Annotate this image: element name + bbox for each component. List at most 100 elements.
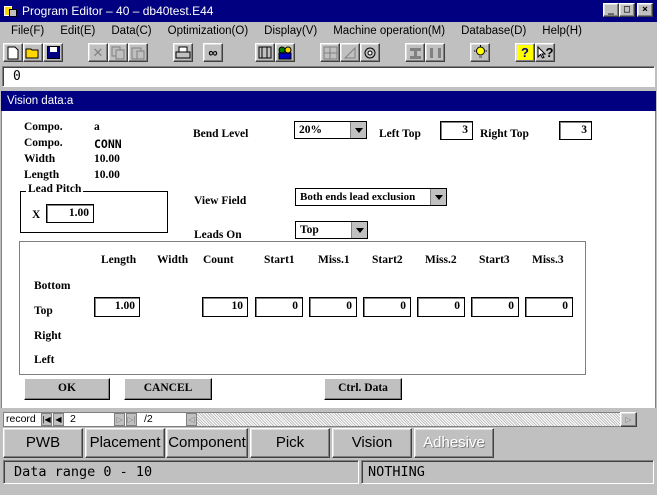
help-icon[interactable]: ? — [515, 43, 535, 62]
lead-pitch-x-label: X — [32, 209, 41, 221]
top-length-input[interactable]: 1.00 — [94, 297, 140, 317]
bend-level-label: Bend Level — [193, 128, 249, 140]
menu-edit[interactable]: Edit(E) — [50, 25, 101, 37]
leads-on-select[interactable]: Top — [295, 221, 368, 239]
tab-placement[interactable]: Placement — [85, 428, 165, 458]
grid-icon[interactable] — [320, 43, 340, 62]
menu-optimization[interactable]: Optimization(O) — [158, 25, 255, 37]
scroll-right-icon[interactable]: ▷ — [620, 412, 637, 427]
leads-on-label: Leads On — [194, 229, 242, 241]
top-start1-input[interactable]: 0 — [255, 297, 303, 317]
chevron-down-icon[interactable] — [350, 122, 366, 138]
glasses-icon[interactable]: ∞ — [203, 43, 223, 62]
top-count-input[interactable]: 10 — [202, 297, 248, 317]
lead-pitch-x-input[interactable]: 1.00 — [46, 204, 94, 223]
chevron-down-icon[interactable] — [351, 222, 367, 238]
compo-label-2: Compo. — [24, 137, 63, 149]
minimize-button[interactable]: _ — [603, 3, 619, 17]
view-field-label: View Field — [194, 195, 247, 207]
close-button[interactable]: × — [637, 3, 653, 17]
edit-line-field[interactable]: 0 — [2, 66, 655, 87]
conveyor-icon[interactable] — [360, 43, 380, 62]
tab-component[interactable]: Component — [166, 428, 248, 458]
current-record-input[interactable]: 2 — [70, 413, 110, 426]
next-record-icon[interactable]: ▷ — [114, 413, 125, 426]
copy-icon[interactable] — [108, 43, 128, 62]
tab-pick[interactable]: Pick — [250, 428, 330, 458]
record-label: record — [6, 413, 36, 425]
width-value: 10.00 — [94, 153, 120, 165]
open-icon[interactable] — [23, 43, 43, 62]
col-header-width: Width — [157, 254, 189, 266]
view-field-select[interactable]: Both ends lead exclusion — [295, 188, 447, 206]
cancel-button[interactable]: CANCEL — [124, 378, 212, 400]
toolbar: ✕ ∞ ? ? — [0, 41, 657, 65]
lightbulb-icon[interactable] — [470, 43, 490, 62]
cut-icon[interactable]: ✕ — [88, 43, 108, 62]
top-start2-input[interactable]: 0 — [363, 297, 411, 317]
scroll-left-icon[interactable]: ◁ — [186, 413, 197, 426]
col-header-miss3: Miss.3 — [532, 254, 564, 266]
dialog-title: Vision data:a — [1, 91, 656, 111]
context-help-icon[interactable]: ? — [535, 43, 555, 62]
menu-file[interactable]: File(F) — [0, 25, 50, 37]
chevron-down-icon[interactable] — [430, 189, 446, 205]
print-icon[interactable] — [173, 43, 193, 62]
bend-level-select[interactable]: 20% — [294, 121, 367, 139]
tab-adhesive: Adhesive — [414, 428, 494, 458]
col-header-start2: Start2 — [372, 254, 403, 266]
top-start3-input[interactable]: 0 — [471, 297, 519, 317]
ctrl-data-button[interactable]: Ctrl. Data — [324, 378, 402, 400]
horizontal-scrollbar-track[interactable] — [197, 413, 620, 426]
maximize-button[interactable]: □ — [619, 3, 635, 17]
menu-display[interactable]: Display(V) — [254, 25, 323, 37]
col-header-count: Count — [203, 254, 234, 266]
drafting-icon[interactable] — [340, 43, 360, 62]
status-message: NOTHING — [361, 460, 654, 484]
menu-machine-operation[interactable]: Machine operation(M) — [323, 25, 451, 37]
last-record-icon[interactable]: ▷| — [126, 413, 137, 426]
tab-vision[interactable]: Vision — [332, 428, 412, 458]
width-label: Width — [24, 153, 56, 165]
right-top-label: Right Top — [480, 128, 529, 140]
col-header-miss2: Miss.2 — [425, 254, 457, 266]
left-top-input[interactable]: 3 — [440, 121, 473, 140]
align-icon[interactable] — [405, 43, 425, 62]
menu-bar: File(F) Edit(E) Data(C) Optimization(O) … — [0, 22, 657, 40]
row-label-left: Left — [34, 354, 55, 366]
lead-pitch-group — [20, 191, 168, 233]
ok-button[interactable]: OK — [24, 378, 110, 400]
top-miss3-input[interactable]: 0 — [525, 297, 573, 317]
row-label-bottom: Bottom — [34, 280, 71, 292]
menu-database[interactable]: Database(D) — [451, 25, 532, 37]
window-title: Program Editor – 40 – db40test.E44 — [22, 4, 214, 18]
people-icon[interactable] — [275, 43, 295, 62]
paste-icon[interactable] — [128, 43, 148, 62]
new-icon[interactable] — [3, 43, 23, 62]
col-header-length: Length — [101, 254, 137, 266]
top-miss2-input[interactable]: 0 — [417, 297, 465, 317]
first-record-icon[interactable]: |◀ — [41, 413, 52, 426]
right-top-input[interactable]: 3 — [559, 121, 592, 140]
context-help-glyph: ? — [545, 45, 554, 60]
compo-label-1: Compo. — [24, 121, 63, 133]
menu-help[interactable]: Help(H) — [532, 25, 588, 37]
app-icon[interactable] — [4, 4, 18, 18]
length-label: Length — [24, 169, 60, 181]
title-bar: Program Editor – 40 – db40test.E44 _ □ × — [0, 0, 657, 22]
bend-level-value: 20% — [299, 124, 322, 136]
view-field-value: Both ends lead exclusion — [300, 191, 416, 203]
leads-on-value: Top — [300, 224, 319, 236]
arrow-pointer-icon — [537, 46, 546, 59]
menu-data[interactable]: Data(C) — [101, 25, 157, 37]
prev-record-icon[interactable]: ◀ — [53, 413, 64, 426]
tab-pwb[interactable]: PWB — [3, 428, 83, 458]
status-data-range: Data range 0 - 10 — [3, 460, 359, 484]
machine-icon[interactable] — [255, 43, 275, 62]
bar-icon[interactable] — [425, 43, 445, 62]
col-header-start1: Start1 — [264, 254, 295, 266]
save-icon[interactable] — [43, 43, 63, 62]
compo-value-1: a — [94, 121, 100, 133]
row-label-right: Right — [34, 330, 62, 342]
top-miss1-input[interactable]: 0 — [309, 297, 357, 317]
